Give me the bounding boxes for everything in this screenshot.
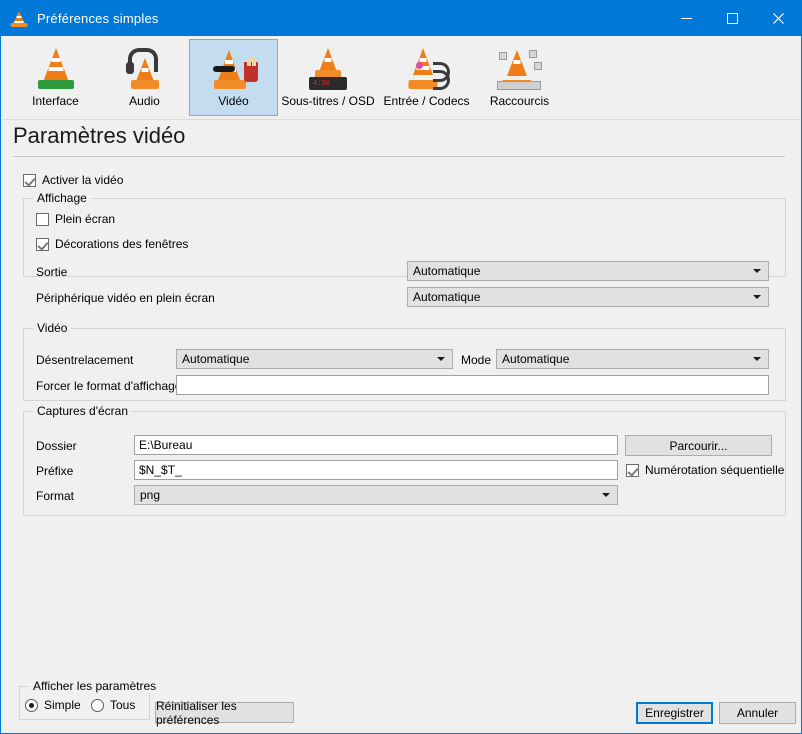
reset-preferences-button[interactable]: Réinitialiser les préférences <box>155 699 294 727</box>
format-label: Format <box>36 489 75 503</box>
tab-label: Sous-titres / OSD <box>281 94 375 108</box>
enable-video-checkbox[interactable]: Activer la vidéo <box>23 173 123 187</box>
force-aspect-label: Forcer le format d'affichage <box>36 379 182 393</box>
vlc-video-icon <box>209 46 259 92</box>
prefix-input[interactable]: $N_$T_ <box>134 460 618 480</box>
settings-content: Activer la vidéo Affichage Plein écran D… <box>2 161 800 681</box>
fullscreen-device-value: Automatique <box>413 290 481 304</box>
format-value: png <box>140 488 161 502</box>
mode-combobox[interactable]: Automatique <box>496 349 769 369</box>
radio-all[interactable]: Tous <box>91 698 135 712</box>
checkbox-box <box>36 212 49 226</box>
page-title-divider <box>13 156 785 157</box>
radio-all-label: Tous <box>110 698 136 712</box>
tab-subtitles-osd[interactable]: 4:30 Sous-titres / OSD <box>278 39 378 116</box>
fullscreen-device-label: Périphérique vidéo en plein écran <box>36 291 215 305</box>
vlc-interface-icon <box>31 46 81 92</box>
tab-label: Entrée / Codecs <box>383 94 470 108</box>
prefix-value: $N_$T_ <box>139 463 182 477</box>
tab-audio[interactable]: Audio <box>100 39 189 116</box>
display-group: Affichage Plein écran Décorations des fe… <box>23 191 786 307</box>
browse-button[interactable]: Parcourir... <box>625 435 772 456</box>
output-combobox[interactable]: Automatique <box>407 261 769 281</box>
tab-input-codecs[interactable]: Entrée / Codecs <box>379 39 474 116</box>
mode-label: Mode <box>461 353 492 367</box>
chevron-down-icon <box>753 357 761 361</box>
vlc-input-codecs-icon <box>402 46 452 92</box>
checkbox-box <box>23 173 36 187</box>
mode-value: Automatique <box>502 352 570 366</box>
format-combobox[interactable]: png <box>134 485 618 505</box>
vlc-audio-icon <box>120 46 170 92</box>
radio-button-circle <box>25 698 38 712</box>
chevron-down-icon <box>602 493 610 497</box>
vlc-cone-icon <box>10 10 28 28</box>
display-group-title: Affichage <box>33 191 91 205</box>
vlc-subtitles-osd-icon: 4:30 <box>303 46 353 92</box>
snapshots-group: Captures d'écran Dossier E:\Bureau Parco… <box>23 404 786 516</box>
window-title: Préférences simples <box>37 11 159 26</box>
tab-interface[interactable]: Interface <box>11 39 100 116</box>
chevron-down-icon <box>753 295 761 299</box>
deinterlacing-value: Automatique <box>182 352 250 366</box>
title-bar: Préférences simples <box>1 1 801 36</box>
prefix-label: Préfixe <box>36 464 74 478</box>
directory-label: Dossier <box>36 439 77 453</box>
tab-label: Raccourcis <box>489 94 550 108</box>
tab-video[interactable]: Vidéo <box>189 39 278 116</box>
window-decorations-checkbox[interactable]: Décorations des fenêtres <box>36 237 188 251</box>
deinterlacing-label: Désentrelacement <box>36 353 134 367</box>
video-group-title: Vidéo <box>33 321 72 335</box>
close-button[interactable] <box>755 1 801 36</box>
force-aspect-input[interactable] <box>176 375 769 395</box>
save-button[interactable]: Enregistrer <box>636 702 713 724</box>
maximize-button[interactable] <box>709 1 755 36</box>
fullscreen-device-combobox[interactable]: Automatique <box>407 287 769 307</box>
tab-label: Interface <box>32 94 79 108</box>
section-toolbar: Interface Audio Vidéo 4:30 Sous-titres /… <box>2 36 800 120</box>
chevron-down-icon <box>753 269 761 273</box>
directory-input[interactable]: E:\Bureau <box>134 435 618 455</box>
directory-value: E:\Bureau <box>139 438 193 452</box>
vlc-hotkeys-icon <box>495 46 545 92</box>
footer-bar: Afficher les paramètres Simple Tous Réin… <box>2 679 800 733</box>
page-title: Paramètres vidéo <box>13 123 186 148</box>
sequential-numbering-checkbox[interactable]: Numérotation séquentielle <box>626 463 784 477</box>
enable-video-label: Activer la vidéo <box>42 173 124 187</box>
checkbox-box <box>626 463 639 477</box>
chevron-down-icon <box>437 357 445 361</box>
output-label: Sortie <box>36 265 68 279</box>
checkbox-box <box>36 237 49 251</box>
radio-simple[interactable]: Simple <box>25 698 81 712</box>
minimize-button[interactable] <box>663 1 709 36</box>
fullscreen-checkbox[interactable]: Plein écran <box>36 212 115 226</box>
show-settings-title: Afficher les paramètres <box>29 679 161 693</box>
tab-label: Vidéo <box>218 94 249 108</box>
snapshots-group-title: Captures d'écran <box>33 404 133 418</box>
window-decorations-label: Décorations des fenêtres <box>55 237 189 251</box>
deinterlacing-combobox[interactable]: Automatique <box>176 349 453 369</box>
radio-button-circle <box>91 698 104 712</box>
fullscreen-label: Plein écran <box>55 212 116 226</box>
output-value: Automatique <box>413 264 481 278</box>
radio-simple-label: Simple <box>44 698 81 712</box>
tab-hotkeys[interactable]: Raccourcis <box>475 39 564 116</box>
cancel-button[interactable]: Annuler <box>719 702 796 724</box>
sequential-numbering-label: Numérotation séquentielle <box>645 463 785 477</box>
preferences-window: Préférences simples Interface Audio Vidé… <box>0 0 802 734</box>
show-settings-group: Afficher les paramètres Simple Tous <box>19 679 161 720</box>
tab-label: Audio <box>129 94 160 108</box>
video-group: Vidéo Désentrelacement Automatique Mode … <box>23 321 786 401</box>
